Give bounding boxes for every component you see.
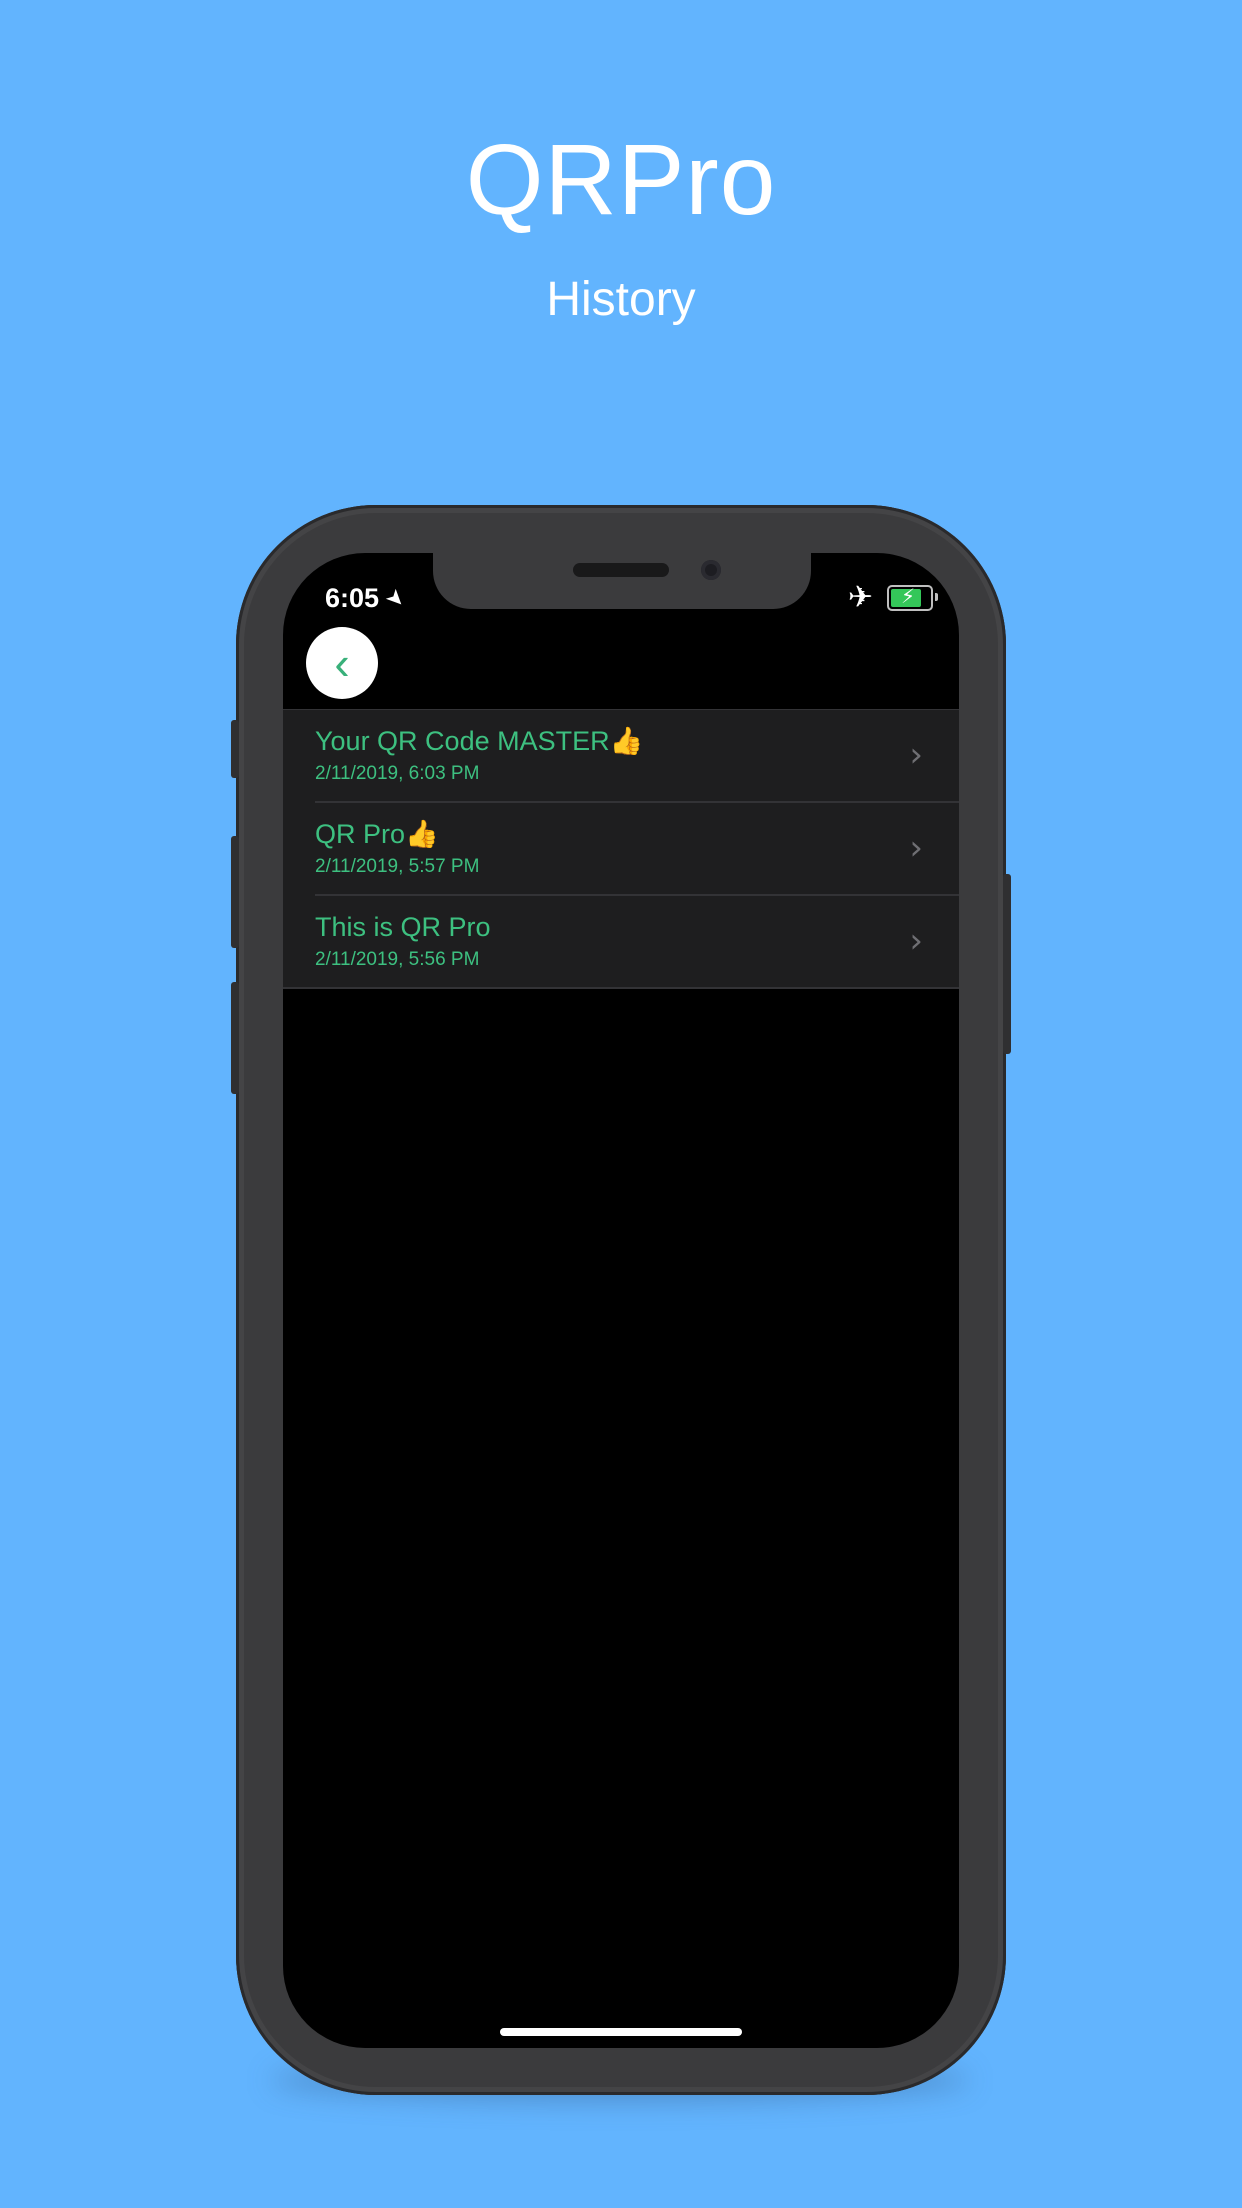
- location-arrow-icon: ➤: [380, 582, 412, 614]
- history-item-title: QR Pro👍: [315, 819, 439, 849]
- status-bar-right: ✈ ⚡: [847, 581, 938, 615]
- front-camera: [701, 560, 721, 580]
- speaker-grille: [573, 563, 669, 577]
- chevron-right-icon: ›: [909, 921, 923, 961]
- status-bar-time: 6:05➤: [325, 581, 411, 617]
- volume-down-button: [231, 982, 239, 1094]
- home-indicator[interactable]: [500, 2028, 742, 2036]
- charging-bolt-icon: ⚡: [901, 586, 916, 608]
- history-item-date: 2/11/2019, 6:03 PM: [315, 763, 480, 784]
- history-item-title: This is QR Pro: [315, 912, 491, 942]
- history-row[interactable]: Your QR Code MASTER👍 2/11/2019, 6:03 PM …: [283, 709, 959, 803]
- volume-up-button: [231, 836, 239, 948]
- history-row[interactable]: This is QR Pro 2/11/2019, 5:56 PM ›: [283, 896, 959, 989]
- chevron-right-icon: ›: [909, 735, 923, 775]
- airplane-icon: ✈: [847, 581, 873, 614]
- history-item-date: 2/11/2019, 5:56 PM: [315, 949, 480, 970]
- promo-subtitle: History: [546, 273, 696, 326]
- notch: [433, 553, 811, 609]
- back-button[interactable]: ‹: [306, 627, 378, 699]
- battery-charging-icon: ⚡: [887, 585, 938, 611]
- chevron-left-icon: ‹: [334, 637, 350, 689]
- phone-screen: 6:05➤ ✈ ⚡ ‹ Your QR Code MASTER👍 2/11/20…: [283, 553, 959, 2048]
- promo-title: QRPro: [465, 124, 777, 236]
- power-button: [1003, 874, 1011, 1054]
- history-list: Your QR Code MASTER👍 2/11/2019, 6:03 PM …: [283, 709, 959, 989]
- history-item-date: 2/11/2019, 5:57 PM: [315, 856, 480, 877]
- chevron-right-icon: ›: [909, 828, 923, 868]
- history-row[interactable]: QR Pro👍 2/11/2019, 5:57 PM ›: [283, 803, 959, 896]
- row-divider: [283, 987, 959, 989]
- history-item-title: Your QR Code MASTER👍: [315, 726, 644, 756]
- time-label: 6:05: [325, 583, 380, 613]
- mute-switch: [231, 720, 239, 778]
- battery-tip: [935, 593, 938, 601]
- list-top-divider: [283, 709, 959, 710]
